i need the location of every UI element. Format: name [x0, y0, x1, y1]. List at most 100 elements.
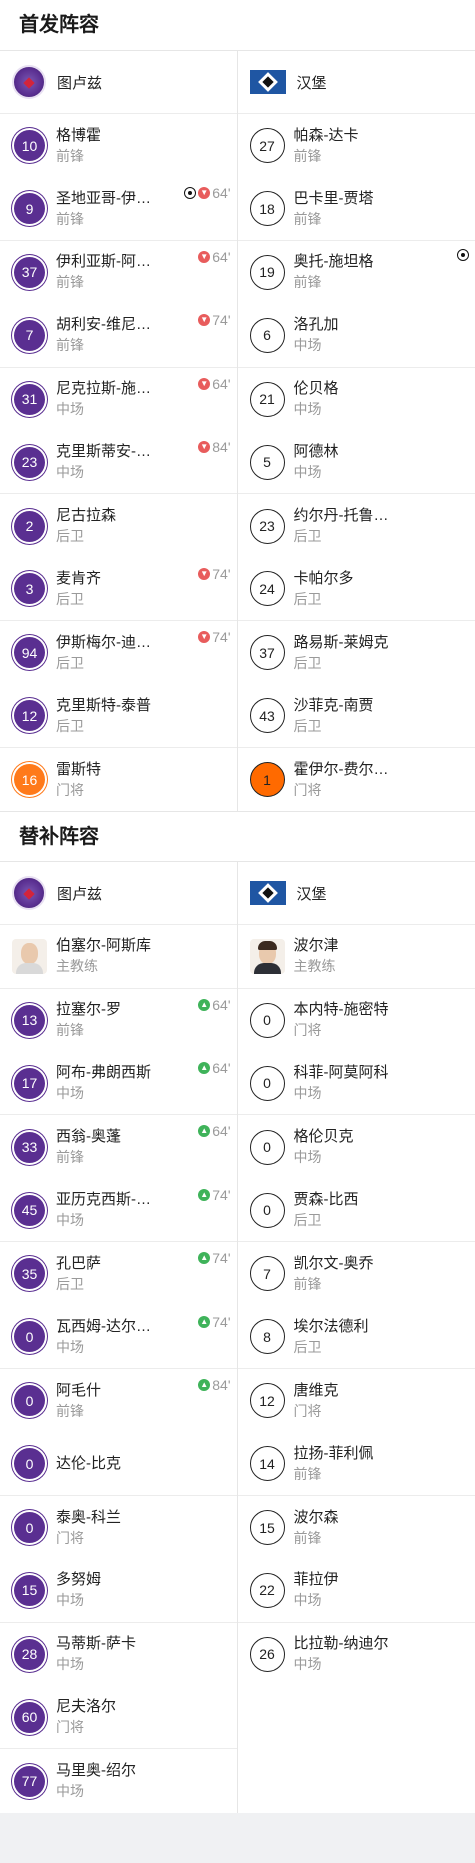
player-row[interactable]: 8 埃尔法德利 后卫 — [237, 1306, 475, 1370]
player-row[interactable]: 5 阿德林 中场 — [237, 431, 475, 495]
player-row[interactable]: 23 克里斯蒂安-… 中场 ▼ 84' — [0, 431, 237, 495]
player-row[interactable]: 7 胡利安-维尼… 前锋 ▼ 74' — [0, 304, 237, 368]
player-name: 阿布-弗朗西斯 — [56, 1064, 151, 1082]
player-info: 雷斯特 门将 — [56, 760, 101, 800]
player-row[interactable]: 22 菲拉伊 中场 — [237, 1559, 475, 1623]
player-row[interactable]: 2 尼古拉森 后卫 — [0, 494, 237, 557]
player-row[interactable]: 18 巴卡里-贾塔 前锋 — [237, 177, 475, 241]
player-row[interactable]: 27 帕森-达卡 前锋 — [238, 114, 475, 177]
player-row[interactable]: 12 克里斯特-泰普 后卫 — [0, 685, 237, 748]
player-info: 格博霍 前锋 — [56, 126, 101, 166]
player-row[interactable]: 13 拉塞尔-罗 前锋 ▲ 64' — [0, 989, 237, 1052]
player-row[interactable]: 0 格伦贝克 中场 — [238, 1115, 475, 1178]
player-info: 奥托-施坦格 前锋 — [294, 252, 374, 292]
player-row[interactable]: 77 马里奥-绍尔 中场 — [0, 1749, 237, 1812]
shirt-number: 10 — [12, 128, 47, 164]
player-row[interactable]: 21 伦贝格 中场 — [238, 368, 475, 431]
player-name: 马蒂斯-萨卡 — [56, 1635, 136, 1653]
shirt-number: 12 — [12, 698, 47, 734]
player-name: 亚历克西斯-… — [56, 1191, 151, 1209]
shirt-number: 5 — [249, 444, 285, 480]
player-row[interactable]: 7 凯尔文-奥乔 前锋 — [238, 1242, 475, 1305]
player-position: 中场 — [56, 1592, 84, 1609]
shirt-number: 24 — [249, 571, 285, 607]
event-minute: 74' — [212, 312, 231, 329]
player-name: 马里奥-绍尔 — [56, 1762, 136, 1780]
player-position: 后卫 — [56, 654, 84, 671]
shirt-number: 19 — [249, 254, 285, 290]
player-row[interactable]: 3 麦肯齐 后卫 ▼ 74' — [0, 558, 237, 622]
shirt-number: 12 — [249, 1383, 285, 1419]
player-row[interactable]: 0 科菲-阿莫阿科 中场 — [237, 1052, 475, 1116]
player-row[interactable]: 0 泰奥-科兰 门将 — [0, 1496, 237, 1559]
player-row[interactable]: 23 约尔丹-托鲁… 后卫 — [238, 494, 475, 557]
player-position: 后卫 — [293, 528, 322, 545]
player-info: 多努姆 中场 — [56, 1570, 101, 1610]
player-row[interactable]: 1 霍伊尔-费尔… 门将 — [238, 748, 475, 811]
away-subs-team-header[interactable]: 汉堡 — [237, 862, 475, 926]
player-name: 尼夫洛尔 — [56, 1698, 117, 1716]
shirt-number: 35 — [12, 1256, 47, 1292]
player-row[interactable]: 35 孔巴萨 后卫 ▲ 74' — [0, 1242, 237, 1305]
player-position: 后卫 — [56, 717, 84, 734]
player-position: 门将 — [293, 1022, 322, 1039]
away-coach-row[interactable]: 波尔津 主教练 — [237, 925, 475, 989]
home-team-header[interactable]: 图卢兹 — [0, 51, 237, 114]
home-subs-team-header[interactable]: 图卢兹 — [0, 862, 237, 926]
player-row[interactable]: 33 西翁-奥蓬 前锋 ▲ 64' — [0, 1115, 237, 1178]
player-info: 克里斯蒂安-… 中场 — [56, 442, 151, 482]
player-name: 拉塞尔-罗 — [56, 1001, 121, 1019]
player-row[interactable]: 24 卡帕尔多 后卫 — [237, 558, 475, 622]
player-row[interactable]: 17 阿布-弗朗西斯 中场 ▲ 64' — [0, 1052, 237, 1116]
player-info: 阿布-弗朗西斯 中场 — [56, 1063, 151, 1103]
player-row[interactable]: 37 伊利亚斯-阿… 前锋 ▼ 64' — [0, 241, 237, 304]
player-row[interactable]: 60 尼夫洛尔 门将 — [0, 1686, 237, 1750]
player-position: 门将 — [56, 1719, 84, 1736]
away-subs-team-name: 汉堡 — [296, 885, 327, 903]
player-row[interactable]: 0 达伦-比克 — [0, 1432, 237, 1496]
player-row[interactable]: 37 路易斯-莱姆克 后卫 — [238, 621, 475, 684]
player-row[interactable]: 0 阿毛什 前锋 ▲ 84' — [0, 1369, 237, 1432]
player-info: 路易斯-莱姆克 后卫 — [294, 633, 389, 673]
event-minute: 84' — [212, 438, 231, 455]
player-info: 帕森-达卡 前锋 — [294, 126, 359, 166]
player-row[interactable]: 15 多努姆 中场 — [0, 1559, 237, 1623]
player-row[interactable]: 12 唐维克 门将 — [238, 1369, 475, 1432]
player-row[interactable]: 16 雷斯特 门将 — [0, 748, 237, 811]
shirt-number: 2 — [12, 508, 47, 544]
player-row[interactable]: 94 伊斯梅尔-迪… 后卫 ▼ 74' — [0, 621, 237, 684]
player-row[interactable]: 45 亚历克西斯-… 中场 ▲ 74' — [0, 1179, 237, 1243]
player-name: 胡利安-维尼… — [56, 316, 151, 334]
player-info: 孔巴萨 后卫 — [56, 1254, 101, 1294]
player-row[interactable]: 0 瓦西姆-达尔… 中场 ▲ 74' — [0, 1306, 237, 1370]
player-position: 中场 — [293, 401, 322, 418]
player-name: 科菲-阿莫阿科 — [293, 1064, 389, 1082]
player-row[interactable]: 19 奥托-施坦格 前锋 — [238, 241, 475, 304]
player-row[interactable]: 43 沙菲克-南贾 后卫 — [237, 685, 475, 748]
home-coach-row[interactable]: 伯塞尔-阿斯库 主教练 — [0, 925, 237, 989]
shirt-number: 37 — [249, 635, 285, 671]
player-row[interactable]: 28 马蒂斯-萨卡 中场 — [0, 1623, 237, 1686]
shirt-number: 28 — [12, 1636, 47, 1672]
player-row[interactable]: 14 拉扬-菲利佩 前锋 — [237, 1432, 475, 1496]
away-team-header[interactable]: 汉堡 — [237, 51, 475, 114]
player-row[interactable]: 15 波尔森 前锋 — [238, 1496, 475, 1559]
player-row[interactable]: 0 本内特-施密特 门将 — [238, 989, 475, 1052]
shirt-number: 94 — [12, 635, 47, 671]
player-position: 后卫 — [56, 1275, 84, 1292]
player-row[interactable]: 26 比拉勒-纳迪尔 中场 — [238, 1623, 475, 1686]
event-minute: 74' — [212, 1313, 231, 1330]
player-row[interactable]: 0 贾森-比西 后卫 — [237, 1179, 475, 1243]
player-name: 埃尔法德利 — [293, 1317, 369, 1335]
player-name: 菲拉伊 — [293, 1571, 339, 1589]
player-row[interactable]: 9 圣地亚哥-伊… 前锋 ▼ 64' — [0, 177, 237, 241]
player-row[interactable]: 10 格博霍 前锋 — [0, 114, 237, 177]
player-info: 洛孔加 中场 — [294, 315, 339, 355]
player-info: 克里斯特-泰普 后卫 — [56, 696, 151, 736]
player-position: 中场 — [293, 464, 322, 481]
player-row[interactable]: 6 洛孔加 中场 — [237, 304, 475, 368]
player-info: 卡帕尔多 后卫 — [294, 569, 354, 609]
player-name: 霍伊尔-费尔… — [293, 760, 389, 778]
player-row[interactable]: 31 尼克拉斯-施… 中场 ▼ 64' — [0, 368, 237, 431]
coach-role: 主教练 — [293, 958, 336, 975]
